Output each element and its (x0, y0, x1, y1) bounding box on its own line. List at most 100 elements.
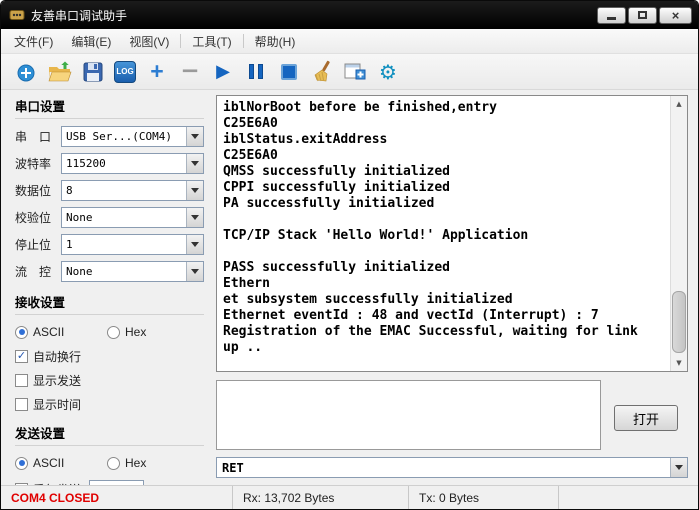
chevron-down-icon[interactable] (186, 127, 203, 146)
serial-field-flowctrl: 流 控 None (15, 261, 204, 282)
receive-area[interactable]: iblNorBoot before be finished,entry C25E… (216, 95, 688, 372)
send-row: 打开 (216, 380, 688, 450)
maximize-button[interactable] (628, 6, 657, 24)
stopbits-select[interactable]: 1 (61, 234, 204, 255)
parity-select[interactable]: None (61, 207, 204, 228)
receive-settings-title: 接收设置 (15, 292, 204, 315)
show-sent-checkbox[interactable]: 显示发送 (15, 372, 204, 389)
radio-icon (15, 456, 28, 470)
open-port-button[interactable]: 打开 (614, 405, 678, 431)
quick-send-value: RET (222, 461, 244, 475)
start-icon[interactable]: ▶ (211, 60, 235, 84)
parity-value: None (66, 211, 93, 224)
statusbar-spacer (559, 486, 698, 509)
new-connection-icon[interactable] (15, 60, 39, 84)
databits-label: 数据位 (15, 184, 52, 198)
tx-segment: Tx: 0 Bytes (409, 486, 559, 509)
status-bar: COM4 CLOSED Rx: 13,702 Bytes Tx: 0 Bytes (1, 485, 698, 509)
pause-icon[interactable] (244, 60, 268, 84)
stop-square (281, 63, 297, 80)
chevron-down-icon[interactable] (186, 181, 203, 200)
serial-field-databits: 数据位 8 (15, 180, 204, 201)
serial-field-baud: 波特率 115200 (15, 153, 204, 174)
save-icon[interactable] (81, 60, 105, 84)
scroll-down-icon[interactable]: ▼ (671, 355, 687, 371)
stop-icon[interactable] (277, 60, 301, 84)
menu-view[interactable]: 视图(V) (120, 30, 178, 53)
baud-select[interactable]: 115200 (61, 153, 204, 174)
scroll-up-icon[interactable]: ▲ (671, 96, 687, 112)
main-content: 串口设置 串 口 USB Ser...(COM4) 波特率 115200 数据位… (1, 90, 698, 485)
log-icon[interactable]: LOG (114, 60, 136, 83)
receive-ascii-label: ASCII (33, 325, 65, 339)
baud-label: 波特率 (15, 157, 52, 171)
show-sent-label: 显示发送 (33, 374, 82, 388)
send-format-row: ASCII Hex (15, 453, 204, 473)
extend-panel-icon[interactable] (343, 60, 367, 84)
menu-bar: 文件(F) 编辑(E) 视图(V) 工具(T) 帮助(H) (1, 29, 698, 54)
quick-send-select[interactable]: RET (216, 457, 688, 478)
remove-icon[interactable]: − (178, 60, 202, 84)
checkbox-icon (15, 374, 28, 387)
send-ascii-label: ASCII (33, 456, 65, 470)
close-button[interactable]: × (659, 6, 692, 24)
app-icon (9, 7, 25, 23)
radio-icon (107, 325, 120, 339)
serial-field-port: 串 口 USB Ser...(COM4) (15, 126, 204, 147)
receive-text: iblNorBoot before be finished,entry C25E… (223, 100, 638, 355)
serial-field-stopbits: 停止位 1 (15, 234, 204, 255)
app-window: 友善串口调试助手 × 文件(F) 编辑(E) 视图(V) 工具(T) 帮助(H)… (0, 0, 699, 510)
add-icon[interactable]: + (145, 60, 169, 84)
send-hex-label: Hex (125, 456, 147, 470)
send-settings-title: 发送设置 (15, 423, 204, 446)
port-label: 串 口 (15, 130, 52, 144)
settings-icon[interactable]: ⚙ (376, 60, 400, 84)
menu-tools[interactable]: 工具(T) (183, 30, 240, 53)
show-time-checkbox[interactable]: 显示时间 (15, 396, 204, 413)
baud-value: 115200 (66, 157, 106, 170)
chevron-down-icon[interactable] (670, 458, 687, 477)
checkbox-icon (15, 350, 28, 363)
flowctrl-select[interactable]: None (61, 261, 204, 282)
terminal-panel: iblNorBoot before be finished,entry C25E… (216, 90, 698, 485)
chevron-down-icon[interactable] (186, 235, 203, 254)
receive-hex-radio[interactable]: Hex (107, 325, 146, 339)
minimize-button[interactable] (597, 6, 626, 24)
radio-icon (107, 456, 120, 470)
send-input[interactable] (216, 380, 601, 450)
send-ascii-radio[interactable]: ASCII (15, 456, 107, 470)
chevron-down-icon[interactable] (186, 154, 203, 173)
title-bar: 友善串口调试助手 × (1, 1, 698, 29)
port-status-segment: COM4 CLOSED (1, 486, 233, 509)
send-hex-radio[interactable]: Hex (107, 456, 146, 470)
rx-segment: Rx: 13,702 Bytes (233, 486, 409, 509)
chevron-down-icon[interactable] (186, 262, 203, 281)
open-file-icon[interactable] (48, 60, 72, 84)
menu-edit[interactable]: 编辑(E) (62, 30, 120, 53)
maximize-icon (638, 11, 647, 19)
chevron-down-icon[interactable] (186, 208, 203, 227)
menu-file[interactable]: 文件(F) (5, 30, 62, 53)
menu-separator (180, 34, 182, 48)
settings-panel: 串口设置 串 口 USB Ser...(COM4) 波特率 115200 数据位… (1, 90, 216, 485)
vertical-scrollbar[interactable]: ▲ ▼ (670, 96, 687, 371)
parity-label: 校验位 (15, 211, 52, 225)
clear-icon[interactable] (310, 60, 334, 84)
serial-field-parity: 校验位 None (15, 207, 204, 228)
flowctrl-value: None (66, 265, 93, 278)
window-controls: × (597, 6, 692, 24)
menu-help[interactable]: 帮助(H) (246, 30, 305, 53)
auto-wrap-checkbox[interactable]: 自动换行 (15, 348, 204, 365)
databits-select[interactable]: 8 (61, 180, 204, 201)
port-select[interactable]: USB Ser...(COM4) (61, 126, 204, 147)
stopbits-label: 停止位 (15, 238, 52, 252)
show-time-label: 显示时间 (33, 398, 82, 412)
toolbar: LOG + − ▶ ⚙ (1, 54, 698, 90)
databits-value: 8 (66, 184, 73, 197)
receive-options: 自动换行 显示发送 显示时间 (15, 348, 204, 413)
checkbox-icon (15, 398, 28, 411)
minimize-icon (607, 17, 616, 20)
port-value: USB Ser...(COM4) (66, 130, 172, 143)
scrollbar-thumb[interactable] (672, 291, 686, 353)
receive-ascii-radio[interactable]: ASCII (15, 325, 107, 339)
